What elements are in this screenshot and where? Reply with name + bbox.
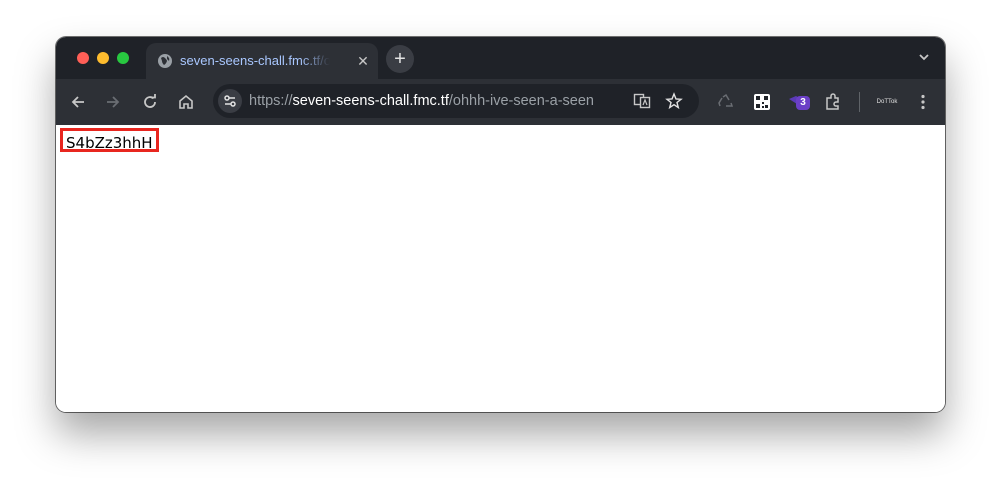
extensions-puzzle-icon[interactable] <box>823 92 843 112</box>
page-body-text: S4bZz3hhH <box>60 128 159 152</box>
url-host: seven-seens-chall.fmc.tf <box>292 93 449 109</box>
address-bar[interactable]: https://seven-seens-chall.fmc.tf/ohhh-iv… <box>213 84 699 118</box>
reload-icon[interactable] <box>140 92 160 112</box>
maximize-window-button[interactable] <box>117 52 129 64</box>
globe-icon <box>158 54 172 68</box>
kebab-menu-icon[interactable] <box>913 92 933 112</box>
url-path: /ohhh-ive-seen-a-seen <box>448 93 594 109</box>
browser-window: seven-seens-chall.fmc.tf/ohhh-ive-seen-a… <box>56 37 945 412</box>
title-bar: seven-seens-chall.fmc.tf/ohhh-ive-seen-a… <box>56 37 945 79</box>
back-arrow-icon[interactable] <box>68 92 88 112</box>
toolbar: https://seven-seens-chall.fmc.tf/ohhh-iv… <box>56 79 945 125</box>
url-text[interactable]: https://seven-seens-chall.fmc.tf/ohhh-iv… <box>249 93 621 111</box>
qr-code-icon[interactable] <box>752 92 772 112</box>
url-scheme: https:// <box>249 93 293 109</box>
close-window-button[interactable] <box>77 52 89 64</box>
translate-icon[interactable] <box>633 92 651 110</box>
page-content: S4bZz3hhH <box>56 125 945 412</box>
tune-icon <box>224 95 236 107</box>
site-info-button[interactable] <box>218 89 242 113</box>
tab-title: seven-seens-chall.fmc.tf/ohhh-ive-seen-a… <box>180 53 330 68</box>
close-tab-icon[interactable]: ✕ <box>353 51 373 71</box>
recycle-icon[interactable] <box>716 92 736 112</box>
forward-arrow-icon[interactable] <box>103 92 123 112</box>
home-icon[interactable] <box>176 92 196 112</box>
profile-button[interactable]: DoTTok <box>870 91 904 113</box>
minimize-window-button[interactable] <box>97 52 109 64</box>
extension-badge: 3 <box>796 96 810 110</box>
new-tab-button[interactable]: + <box>386 45 414 73</box>
active-tab[interactable]: seven-seens-chall.fmc.tf/ohhh-ive-seen-a… <box>146 43 378 79</box>
chevron-down-icon[interactable] <box>916 49 932 65</box>
bookmark-star-icon[interactable] <box>665 92 683 110</box>
toolbar-divider <box>859 92 860 112</box>
